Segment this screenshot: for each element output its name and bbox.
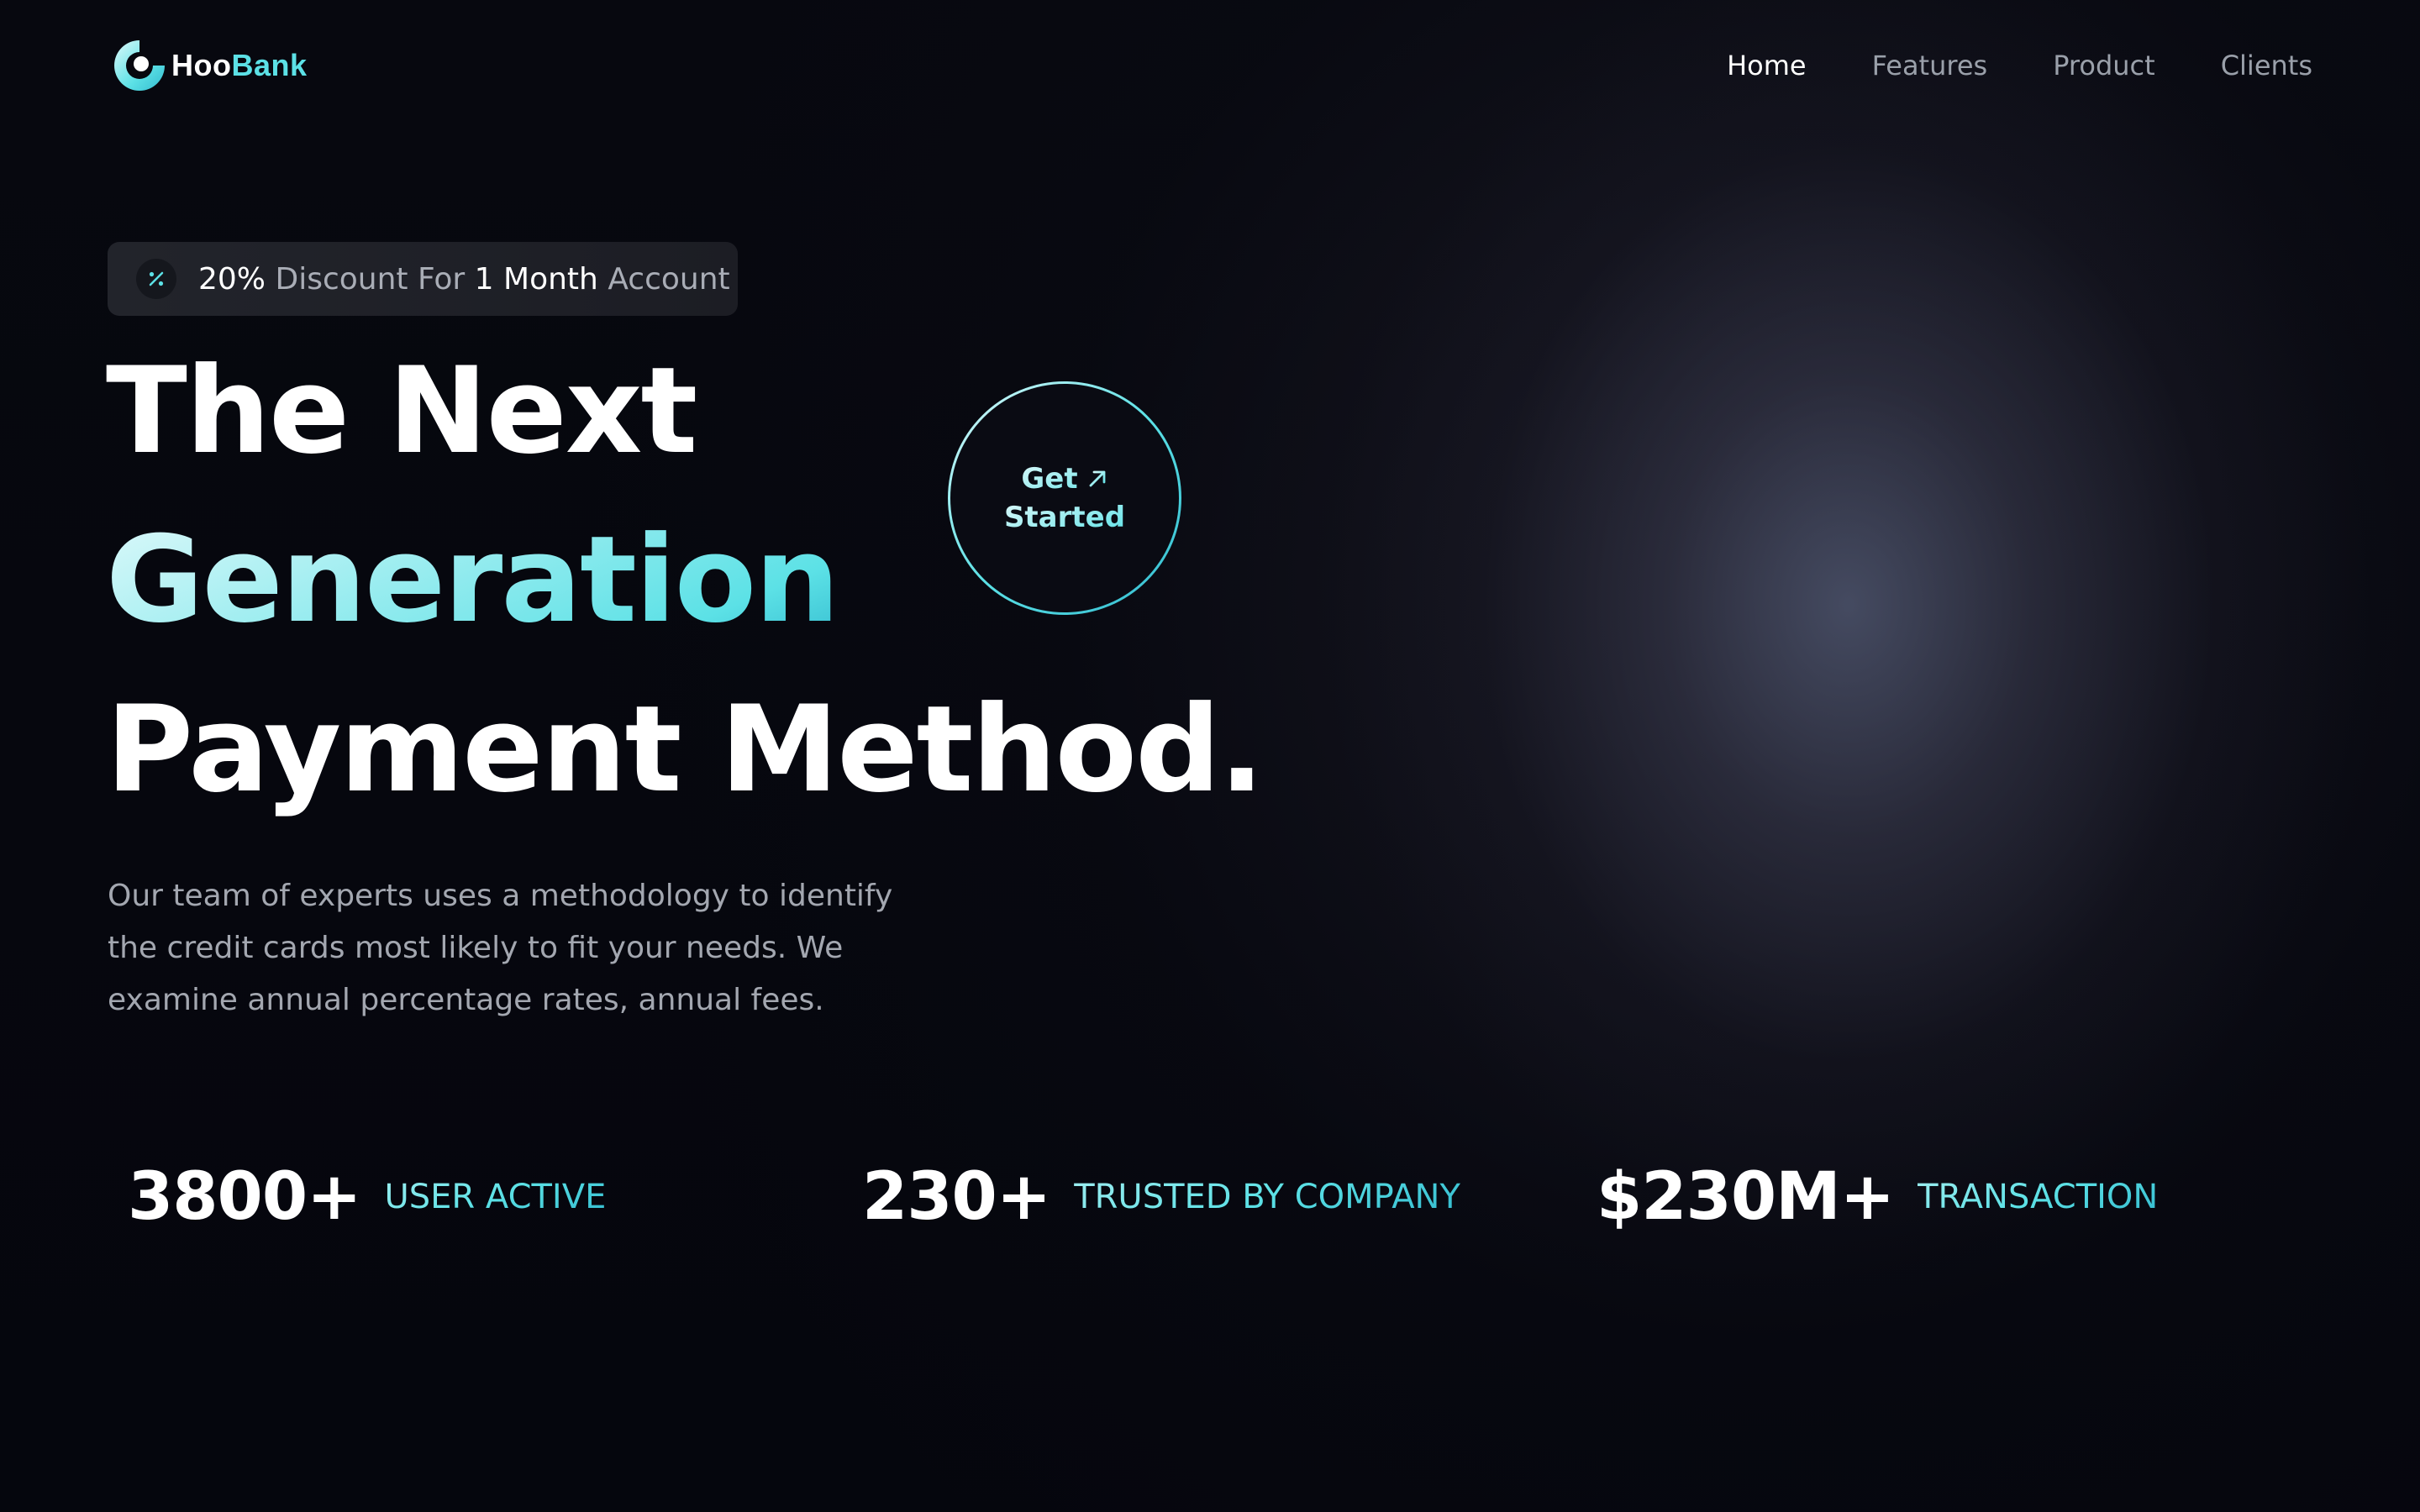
stat-label: USER ACTIVE (384, 1178, 607, 1216)
nav-links: Home Features Product Clients (1661, 47, 2312, 84)
discount-badge: 20% Discount For 1 Month Account (108, 242, 738, 316)
brand-logo[interactable]: HooBank (111, 37, 308, 94)
brand-name: HooBank (171, 48, 308, 83)
navbar: HooBank Home Features Product Clients (0, 0, 2420, 134)
nav-item-home[interactable]: Home (1727, 47, 1807, 84)
get-started-inner: Get Started (950, 384, 1179, 612)
percent-icon (136, 259, 176, 299)
discount-text1: Discount For (275, 261, 466, 297)
discount-text2: Account (608, 261, 730, 297)
stat-user-active: 3800+ USER ACTIVE (128, 1151, 606, 1243)
brand-name-part1: Hoo (171, 48, 232, 82)
arrow-up-right-icon (1089, 470, 1106, 487)
nav-item-product[interactable]: Product (2053, 47, 2155, 84)
stat-value: 230+ (862, 1159, 1051, 1235)
stat-trusted-by-company: 230+ TRUSTED BY COMPANY (862, 1151, 1460, 1243)
hero-heading-line1: The Next (106, 342, 697, 480)
stat-value: 3800+ (128, 1159, 361, 1235)
stat-label: TRUSTED BY COMPANY (1074, 1178, 1460, 1216)
stat-label: TRANSACTION (1918, 1178, 2159, 1216)
discount-duration: 1 Month (474, 261, 598, 297)
stat-transaction: $230M+ TRANSACTION (1597, 1151, 2158, 1243)
stat-value: $230M+ (1597, 1159, 1895, 1235)
hero-description: Our team of experts uses a methodology t… (108, 879, 893, 1017)
discount-text: 20% Discount For 1 Month Account (198, 262, 730, 297)
get-started-line1-row: Get (1021, 459, 1107, 498)
nav-item-clients[interactable]: Clients (2221, 47, 2312, 84)
hero-heading-line3: Payment Method. (106, 680, 1265, 819)
get-started-label-line1: Get (1021, 462, 1078, 496)
get-started-button[interactable]: Get Started (948, 381, 1181, 615)
hero-heading-line2: Generation (106, 509, 839, 652)
discount-value: 20% (198, 261, 266, 297)
nav-item-features[interactable]: Features (1872, 47, 1988, 84)
brand-name-part2: Bank (231, 48, 308, 82)
hoobank-logo-icon (111, 37, 168, 94)
get-started-label-line2: Started (1004, 498, 1125, 537)
